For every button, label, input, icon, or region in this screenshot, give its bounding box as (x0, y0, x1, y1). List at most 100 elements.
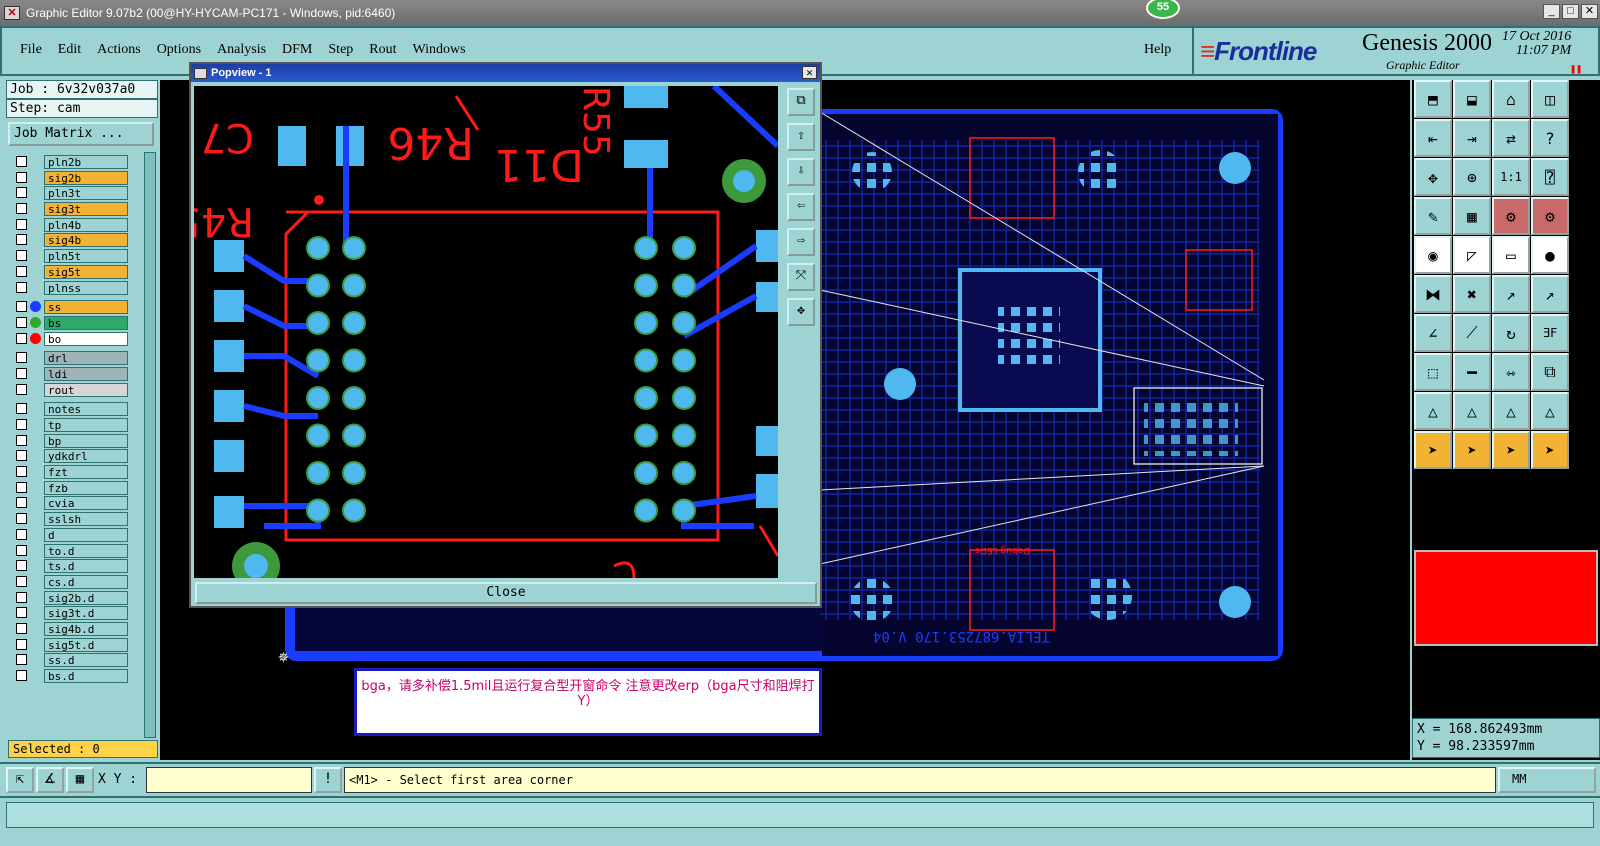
layer-name[interactable]: sig5t (44, 264, 128, 279)
snap-blue-icon[interactable]: ⚙ (1531, 197, 1569, 235)
pan-down-icon[interactable]: ⇩ (787, 158, 815, 186)
layer-name[interactable]: tp (44, 418, 128, 432)
layer-name[interactable]: sslsh (44, 512, 128, 527)
circle-icon[interactable]: ● (1531, 236, 1569, 274)
layer-row[interactable]: pln2b (8, 154, 144, 170)
layer-name[interactable]: ydkdrl (44, 449, 128, 464)
layer-checkbox[interactable] (16, 367, 27, 379)
layer-row[interactable]: bs.d (8, 668, 144, 684)
layer-name[interactable]: sig4b (44, 233, 128, 248)
layer-name[interactable]: pln5t (44, 249, 128, 264)
layer-name[interactable]: d (44, 527, 128, 542)
layer-checkbox[interactable] (16, 218, 27, 230)
rotate-icon[interactable]: ↻ (1492, 314, 1530, 352)
layer-checkbox[interactable] (16, 332, 27, 344)
pointer-box-icon[interactable]: ➤ (1453, 431, 1491, 469)
delete-icon[interactable]: ✖ (1453, 275, 1491, 313)
layer-name[interactable]: rout (44, 382, 128, 397)
layer-name[interactable]: ts.d (44, 559, 128, 574)
popview-close-icon[interactable]: ✕ (802, 66, 817, 79)
layer-row[interactable]: sig3t.d (8, 605, 144, 621)
layer-name[interactable]: sig2b (44, 170, 128, 185)
color-swatch[interactable] (1414, 550, 1598, 646)
resize-icon[interactable]: ⇿ (1492, 353, 1530, 391)
layer-checkbox[interactable] (16, 434, 27, 446)
triangle-b-icon[interactable]: △ (1453, 392, 1491, 430)
layer-row[interactable]: sig3t (8, 201, 144, 217)
layer-row[interactable]: bp (8, 433, 144, 449)
layer-row[interactable]: fzb (8, 480, 144, 496)
line-icon[interactable]: ◸ (1453, 236, 1491, 274)
layer-checkbox[interactable] (16, 352, 27, 364)
pause-icon[interactable]: ❚❚ (1570, 64, 1582, 75)
layer-row[interactable]: sig4b (8, 232, 144, 248)
menu-step[interactable]: Step (328, 42, 353, 58)
pointer-sel-icon[interactable]: ➤ (1492, 431, 1530, 469)
layer-row[interactable]: sig2b.d (8, 590, 144, 606)
layer-row[interactable]: sslsh (8, 511, 144, 527)
layer-row[interactable]: tp (8, 417, 144, 433)
layer-checkbox[interactable] (16, 481, 27, 493)
zoom-home-icon[interactable]: ✥ (787, 298, 815, 326)
ruler-icon[interactable]: ▭ (1492, 236, 1530, 274)
menu-rout[interactable]: Rout (369, 42, 396, 58)
layer-name[interactable]: cvia (44, 496, 128, 511)
window-icon[interactable]: ◫ (1531, 80, 1569, 118)
query-icon[interactable]: ⍰ (1531, 158, 1569, 196)
xy-input[interactable] (146, 767, 312, 793)
zoom-window-icon[interactable]: ⧉ (787, 88, 815, 116)
layer-row[interactable]: ts.d (8, 558, 144, 574)
pad-icon[interactable]: ◉ (1414, 236, 1452, 274)
slash-icon[interactable]: ⟋ (1453, 314, 1491, 352)
layer-checkbox[interactable] (16, 560, 27, 572)
layer-name[interactable]: cs.d (44, 574, 128, 589)
layer-row[interactable]: rout (8, 382, 144, 398)
layer-row[interactable]: sig4b.d (8, 621, 144, 637)
layer-checkbox[interactable] (16, 654, 27, 666)
layer-row[interactable]: pln4b (8, 217, 144, 233)
layer-row[interactable]: ss (8, 299, 144, 315)
grid-view-icon[interactable]: ▦ (1453, 197, 1491, 235)
layer-row[interactable]: bo (8, 331, 144, 347)
zoom-fit-icon[interactable]: ⤧ (787, 263, 815, 291)
save-icon[interactable]: ⬓ (1453, 80, 1491, 118)
layer-checkbox[interactable] (16, 316, 27, 328)
layer-name[interactable]: notes (44, 402, 128, 417)
layer-row[interactable]: fzt (8, 464, 144, 480)
snap-red-icon[interactable]: ⚙ (1492, 197, 1530, 235)
help-icon[interactable]: ? (1531, 119, 1569, 157)
layer-name[interactable]: bs.d (44, 669, 128, 683)
layer-checkbox[interactable] (16, 497, 27, 509)
layer-name[interactable]: ss (44, 300, 128, 315)
one-to-one-icon[interactable]: 1:1 (1492, 158, 1530, 196)
notification-badge[interactable]: 55 (1146, 0, 1180, 19)
layer-checkbox[interactable] (16, 622, 27, 634)
layer-checkbox[interactable] (16, 234, 27, 246)
menu-file[interactable]: File (20, 42, 42, 58)
layer-row[interactable]: ss.d (8, 652, 144, 668)
minus-icon[interactable]: ━ (1453, 353, 1491, 391)
fit-icon[interactable]: ✥ (1414, 158, 1452, 196)
layer-name[interactable]: pln3t (44, 186, 128, 201)
layer-name[interactable]: drl (44, 351, 128, 366)
layer-row[interactable]: pln5t (8, 248, 144, 264)
pointer-icon[interactable]: ➤ (1414, 431, 1452, 469)
layer-checkbox[interactable] (16, 513, 27, 525)
layer-row[interactable]: bs (8, 315, 144, 331)
layer-name[interactable]: bp (44, 433, 128, 448)
menu-analysis[interactable]: Analysis (217, 42, 266, 58)
layer-name[interactable]: ldi (44, 366, 128, 381)
layer-checkbox[interactable] (16, 466, 27, 478)
close-icon[interactable]: ✕ (1581, 4, 1598, 19)
layer-name[interactable]: sig2b.d (44, 590, 128, 605)
popview-canvas[interactable]: R46 D11 C7 R45 R55 (194, 86, 778, 578)
layer-checkbox[interactable] (16, 265, 27, 277)
menu-actions[interactable]: Actions (97, 42, 141, 58)
popview-titlebar[interactable]: Popview - 1 (191, 64, 820, 82)
layer-checkbox[interactable] (16, 281, 27, 293)
move-icon[interactable]: ↗ (1492, 275, 1530, 313)
grid-icon[interactable]: ▦ (66, 767, 94, 793)
layer-checkbox[interactable] (16, 670, 27, 681)
layer-row[interactable]: ldi (8, 366, 144, 382)
triangle-a-icon[interactable]: △ (1414, 392, 1452, 430)
